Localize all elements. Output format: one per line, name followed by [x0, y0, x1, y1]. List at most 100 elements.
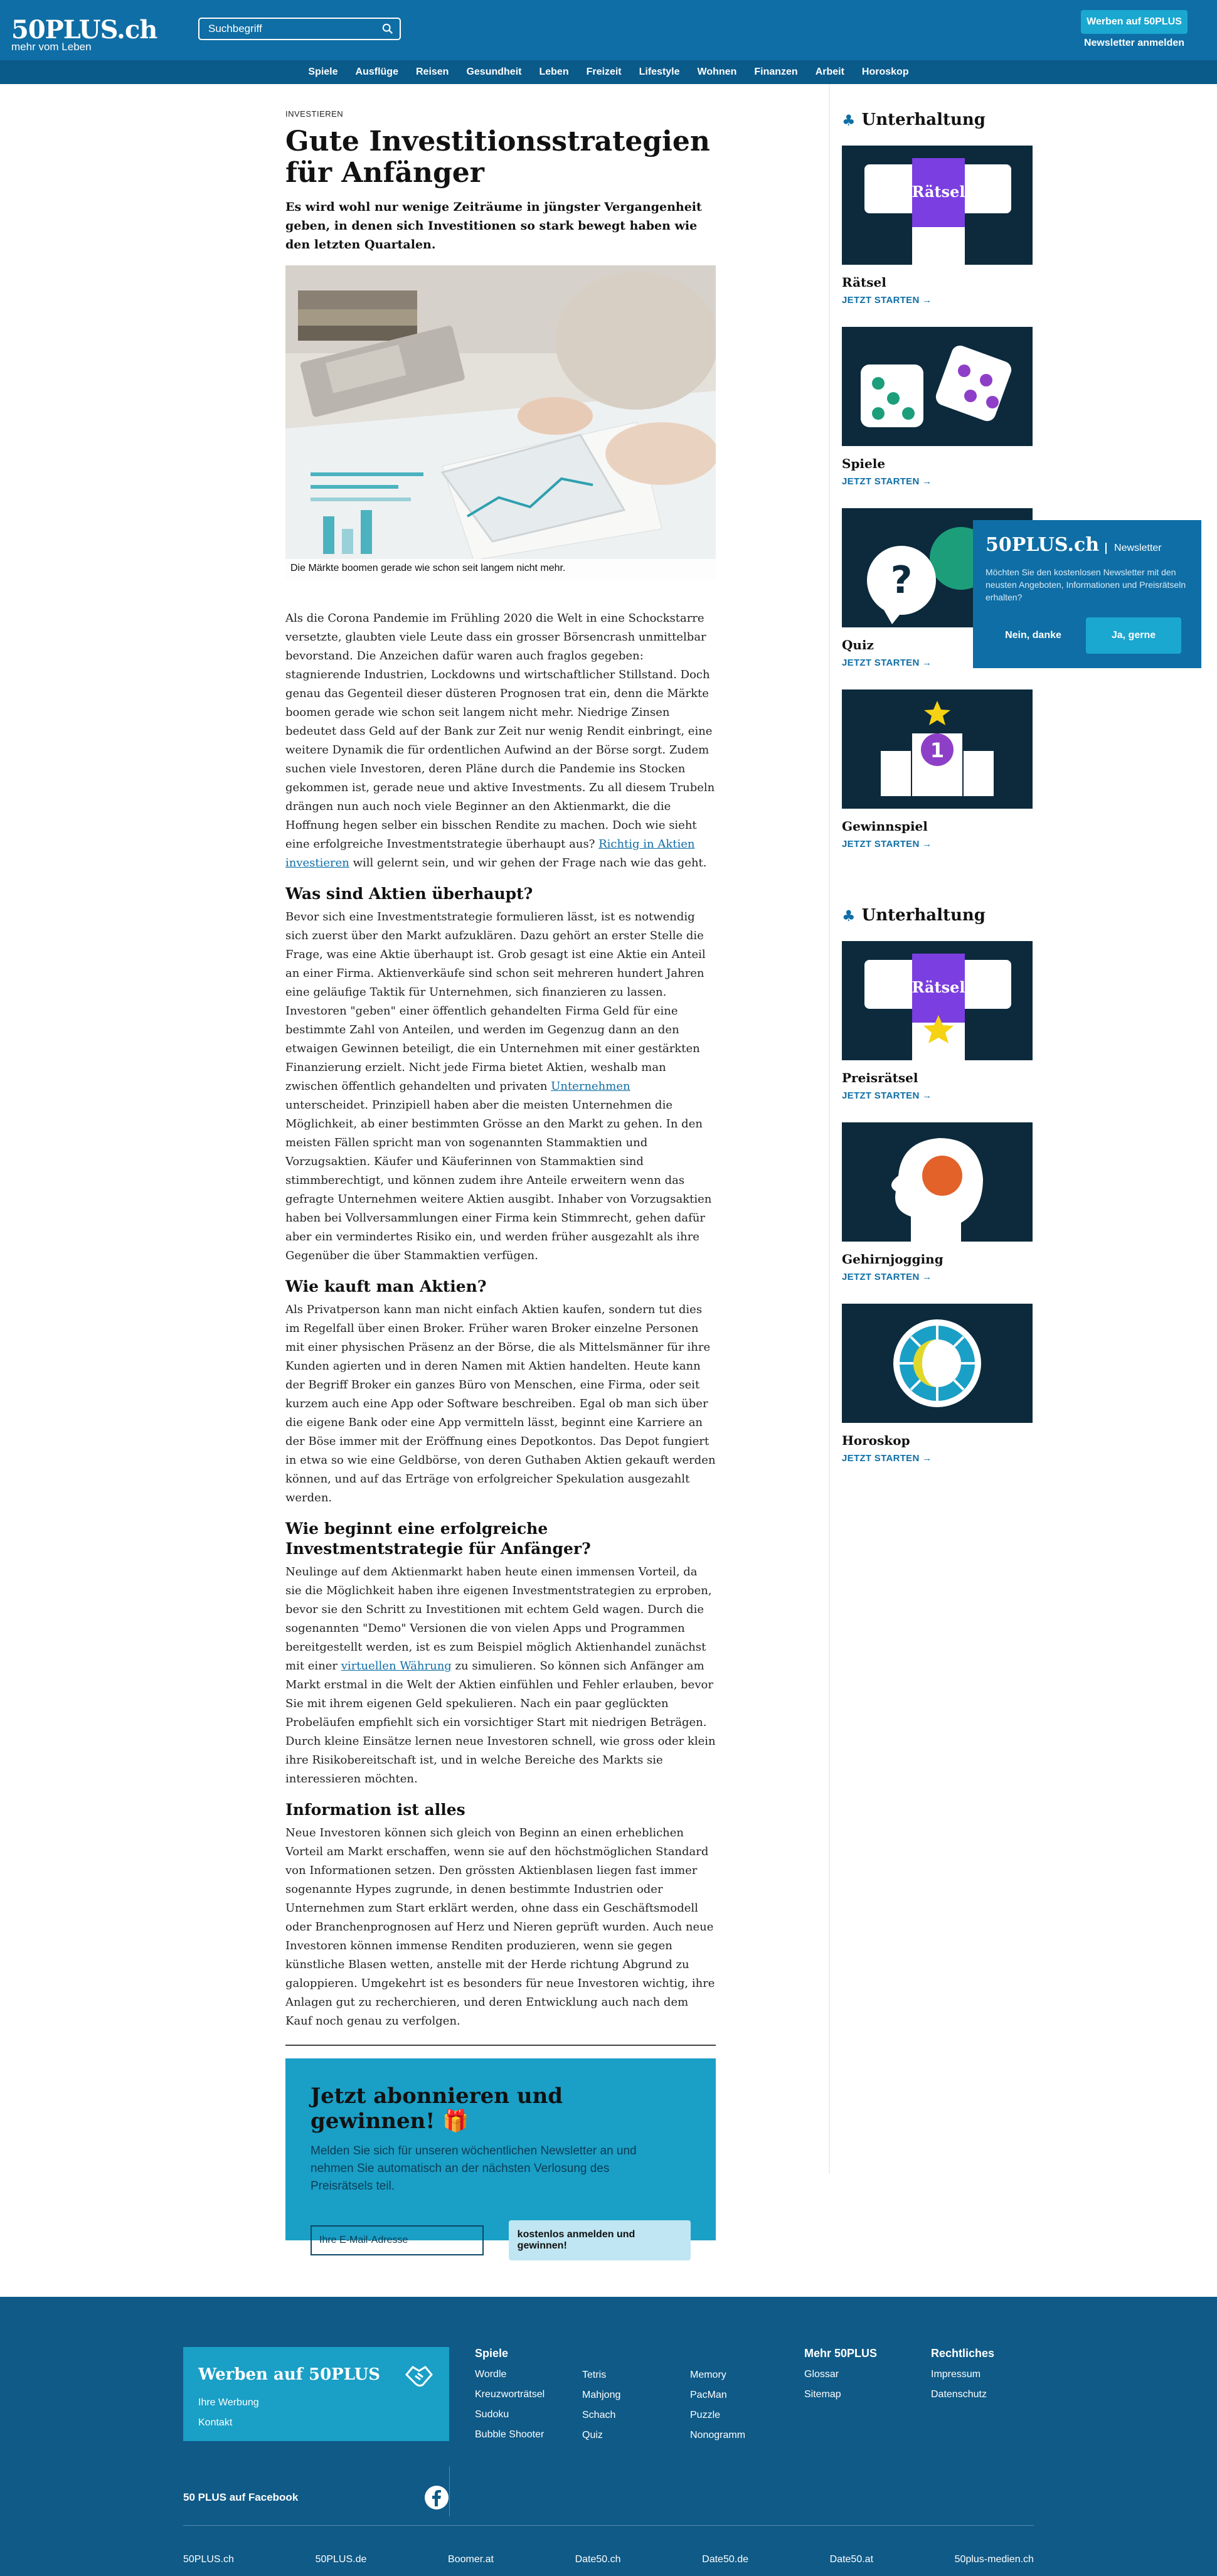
image-caption: Die Märkte boomen gerade wie schon seit …	[285, 559, 716, 579]
card-raetsel[interactable]: Rätsel Rätsel JETZT STARTEN →	[842, 146, 1093, 306]
footer-link[interactable]: Quiz	[582, 2430, 620, 2441]
subscribe-button[interactable]: kostenlos anmelden und gewinnen!	[508, 2220, 691, 2260]
nav-item-wohnen[interactable]: Wohnen	[689, 67, 746, 78]
zodiac-icon	[842, 1304, 1033, 1423]
cta-text: JETZT STARTEN	[842, 1090, 920, 1101]
footer-link[interactable]: Glossar	[804, 2369, 877, 2380]
site-link[interactable]: 50PLUS.de	[316, 2554, 367, 2565]
facebook-label[interactable]: 50 PLUS auf Facebook	[183, 2491, 298, 2504]
podium-rank: 1	[930, 738, 944, 762]
footer-link[interactable]: Kontakt	[198, 2417, 434, 2429]
club-icon: ♣	[842, 906, 856, 925]
nav-item-spiele[interactable]: Spiele	[299, 67, 346, 78]
site-link[interactable]: Date50.de	[702, 2554, 748, 2565]
search-icon[interactable]	[382, 23, 393, 35]
text: Bevor sich eine Investmentstrategie form…	[285, 910, 706, 1093]
newsletter-link[interactable]: Newsletter anmelden	[1081, 38, 1188, 49]
section-heading: Information ist alles	[285, 1801, 465, 1819]
decline-button[interactable]: Nein, danke	[986, 617, 1081, 654]
site-link[interactable]: Boomer.at	[448, 2554, 494, 2565]
footer-link[interactable]: Puzzle	[690, 2410, 745, 2421]
site-link[interactable]: 50PLUS.ch	[183, 2554, 234, 2565]
footer-link[interactable]: Mahjong	[582, 2390, 620, 2401]
facebook-icon[interactable]	[424, 2485, 449, 2510]
footer-link[interactable]: Tetris	[582, 2370, 620, 2381]
card-cta[interactable]: JETZT STARTEN →	[842, 839, 1093, 849]
site-logo[interactable]: 50PLUS.ch mehr vom Leben	[11, 18, 157, 53]
arrow-right-icon: →	[922, 1453, 932, 1464]
card-image	[842, 1304, 1033, 1423]
nav-item-lifestyle[interactable]: Lifestyle	[630, 67, 689, 78]
link-unternehmen[interactable]: Unternehmen	[551, 1080, 630, 1093]
footer-link[interactable]: PacMan	[690, 2390, 745, 2401]
card-spiele[interactable]: Spiele JETZT STARTEN →	[842, 327, 1093, 487]
cta-text: JETZT STARTEN	[842, 657, 920, 668]
subscribe-title-text: Jetzt abonnieren und gewinnen!	[311, 2084, 563, 2134]
footer-link[interactable]: Sudoku	[475, 2409, 545, 2420]
arrow-right-icon: →	[922, 476, 932, 487]
card-cta[interactable]: JETZT STARTEN →	[842, 295, 1093, 306]
werben-button[interactable]: Werben auf 50PLUS	[1081, 10, 1188, 34]
card-cta[interactable]: JETZT STARTEN →	[842, 1272, 1093, 1282]
nav-item-leben[interactable]: Leben	[530, 67, 577, 78]
newsletter-popup: 50PLUS.ch Newsletter Möchten Sie den kos…	[973, 520, 1201, 668]
dice-icon	[842, 327, 1033, 446]
footer-link[interactable]: Datenschutz	[931, 2389, 994, 2400]
search-box	[198, 18, 401, 40]
nav-item-freizeit[interactable]: Freizeit	[578, 67, 630, 78]
site-link[interactable]: 50plus-medien.ch	[955, 2554, 1034, 2565]
search-input[interactable]	[199, 19, 400, 39]
email-field[interactable]	[311, 2225, 484, 2255]
nav-item-ausfluege[interactable]: Ausflüge	[347, 67, 407, 78]
network-sites: 50PLUS.ch 50PLUS.de Boomer.at Date50.ch …	[183, 2554, 1034, 2565]
card-cta[interactable]: JETZT STARTEN →	[842, 1090, 1093, 1101]
accept-button[interactable]: Ja, gerne	[1086, 617, 1181, 654]
footer-link[interactable]: Kreuzworträtsel	[475, 2389, 545, 2400]
footer-link[interactable]: Impressum	[931, 2369, 994, 2380]
text: will gelernt sein, und wir gehen der Fra…	[349, 856, 707, 870]
nav-item-gesundheit[interactable]: Gesundheit	[457, 67, 530, 78]
card-horoskop[interactable]: Horoskop JETZT STARTEN →	[842, 1304, 1093, 1464]
nav-item-finanzen[interactable]: Finanzen	[745, 67, 806, 78]
card-cta[interactable]: JETZT STARTEN →	[842, 1453, 1093, 1464]
subscribe-title: Jetzt abonnieren und gewinnen! 🎁	[311, 2084, 691, 2134]
footer-link[interactable]: Sitemap	[804, 2389, 877, 2400]
card-gehirnjogging[interactable]: Gehirnjogging JETZT STARTEN →	[842, 1122, 1093, 1282]
footer-link[interactable]: Nonogramm	[690, 2430, 745, 2441]
site-link[interactable]: Date50.at	[830, 2554, 873, 2565]
nav-item-reisen[interactable]: Reisen	[407, 67, 457, 78]
finance-photo-illustration	[285, 265, 716, 579]
footer-link[interactable]: Memory	[690, 2370, 745, 2381]
sidebar-section-title: ♣ Unterhaltung	[842, 110, 1093, 129]
nav-item-horoskop[interactable]: Horoskop	[853, 67, 918, 78]
card-preisraetsel[interactable]: Rätsel Preisrätsel JETZT STARTEN →	[842, 941, 1093, 1101]
card-image	[842, 327, 1033, 446]
card-title: Preisrätsel	[842, 1070, 918, 1085]
site-link[interactable]: Date50.ch	[575, 2554, 621, 2565]
hero-image: Die Märkte boomen gerade wie schon seit …	[285, 265, 716, 579]
card-gewinnspiel[interactable]: 1 Gewinnspiel JETZT STARTEN →	[842, 689, 1093, 849]
link-virtuelle-waehrung[interactable]: virtuellen Währung	[341, 1659, 452, 1673]
article-title: Gute Investitionsstrategien für Anfänger	[285, 125, 710, 189]
cta-text: JETZT STARTEN	[842, 1272, 920, 1282]
cta-text: JETZT STARTEN	[842, 1453, 920, 1464]
popup-tag: Newsletter	[1105, 543, 1162, 554]
club-icon: ♣	[842, 110, 856, 129]
site-header: 50PLUS.ch mehr vom Leben Werben auf 50PL…	[0, 0, 1217, 84]
arrow-right-icon: →	[922, 295, 932, 306]
footer-recht-col: Rechtliches Impressum Datenschutz	[931, 2347, 994, 2400]
nav-item-arbeit[interactable]: Arbeit	[807, 67, 853, 78]
article-category[interactable]: Investieren	[285, 109, 716, 119]
card-cta[interactable]: JETZT STARTEN →	[842, 476, 1093, 487]
footer-link[interactable]: Ihre Werbung	[198, 2397, 434, 2408]
popup-text: Möchten Sie den kostenlosen Newsletter m…	[986, 567, 1186, 602]
text: Als die Corona Pandemie im Frühling 2020…	[285, 612, 715, 851]
arrow-right-icon: →	[922, 1272, 932, 1282]
footer-link[interactable]: Bubble Shooter	[475, 2429, 545, 2440]
card-title: Gehirnjogging	[842, 1252, 943, 1267]
paragraph: Neue Investoren können sich gleich von B…	[285, 1826, 715, 2028]
footer-link[interactable]: Wordle	[475, 2369, 545, 2380]
footer-link[interactable]: Schach	[582, 2410, 620, 2421]
popup-header: 50PLUS.ch Newsletter	[986, 534, 1189, 556]
card-title: Spiele	[842, 456, 886, 471]
